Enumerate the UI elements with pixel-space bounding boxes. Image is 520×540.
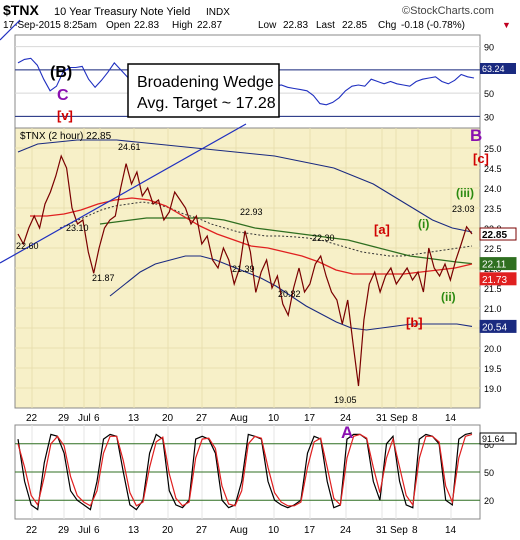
wave-label: B <box>470 126 482 145</box>
stoch-x-tick: Jul <box>78 525 91 536</box>
price-point-label: 21.87 <box>92 273 115 283</box>
indicator-y-tick: 30 <box>484 112 494 122</box>
price-x-tick: Sep <box>390 413 408 424</box>
price-x-tick: 17 <box>304 413 316 424</box>
price-y-tick: 22.5 <box>484 244 502 254</box>
price-x-tick: 6 <box>94 413 100 424</box>
price-y-tick: 19.5 <box>484 364 502 374</box>
price-x-tick: Aug <box>230 413 248 424</box>
last-label: Last <box>316 20 335 31</box>
price-x-tick: 14 <box>445 413 457 424</box>
price-tag: 22.85 <box>482 230 507 241</box>
price-y-tick: 24.0 <box>484 184 502 194</box>
price-tag: 22.11 <box>482 260 507 271</box>
wave-label: [a] <box>374 222 390 237</box>
stock-chart: $TNX 10 Year Treasury Note Yield INDX ©S… <box>0 2 517 536</box>
wave-label: [c] <box>473 151 489 166</box>
low-value: 22.83 <box>283 20 308 31</box>
stoch-x-tick: 8 <box>412 525 418 536</box>
datetime: 17-Sep-2015 8:25am <box>3 20 97 31</box>
stoch-x-tick: Aug <box>230 525 248 536</box>
price-point-label: 22.60 <box>16 241 39 251</box>
price-x-tick: 27 <box>196 413 208 424</box>
low-label: Low <box>258 20 277 31</box>
stoch-y-tick: 50 <box>484 468 494 478</box>
stoch-x-tick: Sep <box>390 525 408 536</box>
price-y-tick: 20.0 <box>484 344 502 354</box>
chg-value: -0.18 (-0.78%) <box>401 20 465 31</box>
price-point-label: 22.93 <box>240 207 263 217</box>
price-y-tick: 21.0 <box>484 304 502 314</box>
indicator-value-tag: 63.24 <box>482 64 505 74</box>
stoch-x-tick: 13 <box>128 525 140 536</box>
price-point-label: 23.03 <box>452 204 475 214</box>
stoch-x-tick: 6 <box>94 525 100 536</box>
price-x-tick: 8 <box>412 413 418 424</box>
indicator-y-tick: 90 <box>484 43 494 53</box>
wave-label: A <box>341 423 353 442</box>
stoch-y-tick: 20 <box>484 496 494 506</box>
stoch-x-tick: 10 <box>268 525 280 536</box>
high-label: High <box>172 20 193 31</box>
indicator-y-tick: 50 <box>484 89 494 99</box>
stoch-value-tag: 91.64 <box>482 434 505 444</box>
stoch-x-tick: 17 <box>304 525 316 536</box>
last-value: 22.85 <box>342 20 367 31</box>
stoch-x-tick: 24 <box>340 525 352 536</box>
stoch-x-tick: 20 <box>162 525 174 536</box>
symbol-name: 10 Year Treasury Note Yield <box>54 6 190 18</box>
price-point-label: 23.10 <box>66 223 89 233</box>
price-x-tick: 29 <box>58 413 70 424</box>
stoch-x-tick: 22 <box>26 525 38 536</box>
price-point-label: 21.39 <box>232 264 255 274</box>
wave-label: [b] <box>406 315 423 330</box>
wave-label: (ii) <box>441 290 456 304</box>
price-x-tick: 31 <box>376 413 388 424</box>
price-point-label: 19.05 <box>334 395 357 405</box>
open-label: Open <box>106 20 130 31</box>
stoch-x-tick: 29 <box>58 525 70 536</box>
price-y-tick: 19.0 <box>484 384 502 394</box>
annotation-line-2: Avg. Target ~ 17.28 <box>137 95 276 112</box>
annotation-box: Broadening Wedge Avg. Target ~ 17.28 <box>127 63 280 118</box>
wave-label: (i) <box>418 217 429 231</box>
price-x-tick: Jul <box>78 413 91 424</box>
price-x-tick: 13 <box>128 413 140 424</box>
stoch-x-tick: 31 <box>376 525 388 536</box>
price-x-tick: 20 <box>162 413 174 424</box>
open-value: 22.83 <box>134 20 159 31</box>
price-point-label: 22.30 <box>312 233 335 243</box>
price-tag: 21.73 <box>482 275 507 286</box>
wave-label: (iii) <box>456 186 474 200</box>
chg-label: Chg <box>378 20 396 31</box>
price-x-tick: 22 <box>26 413 38 424</box>
price-point-label: 24.61 <box>118 142 141 152</box>
down-arrow-icon: ▼ <box>502 20 511 30</box>
annotation-line-1: Broadening Wedge <box>137 74 274 91</box>
wave-label-C: C <box>57 87 69 104</box>
wave-label-v: [v] <box>57 108 73 123</box>
price-x-tick: 10 <box>268 413 280 424</box>
price-panel-title: $TNX (2 hour) 22.85 <box>20 131 112 142</box>
high-value: 22.87 <box>197 20 222 31</box>
stoch-x-tick: 14 <box>445 525 457 536</box>
stoch-x-tick: 27 <box>196 525 208 536</box>
exchange: INDX <box>206 7 230 18</box>
wave-label-B-paren: (B) <box>50 64 72 81</box>
price-y-tick: 23.5 <box>484 204 502 214</box>
price-tag: 20.54 <box>482 322 507 333</box>
copyright: ©StockCharts.com <box>402 5 494 17</box>
price-point-label: 20.82 <box>278 289 301 299</box>
symbol: $TNX <box>3 2 39 18</box>
